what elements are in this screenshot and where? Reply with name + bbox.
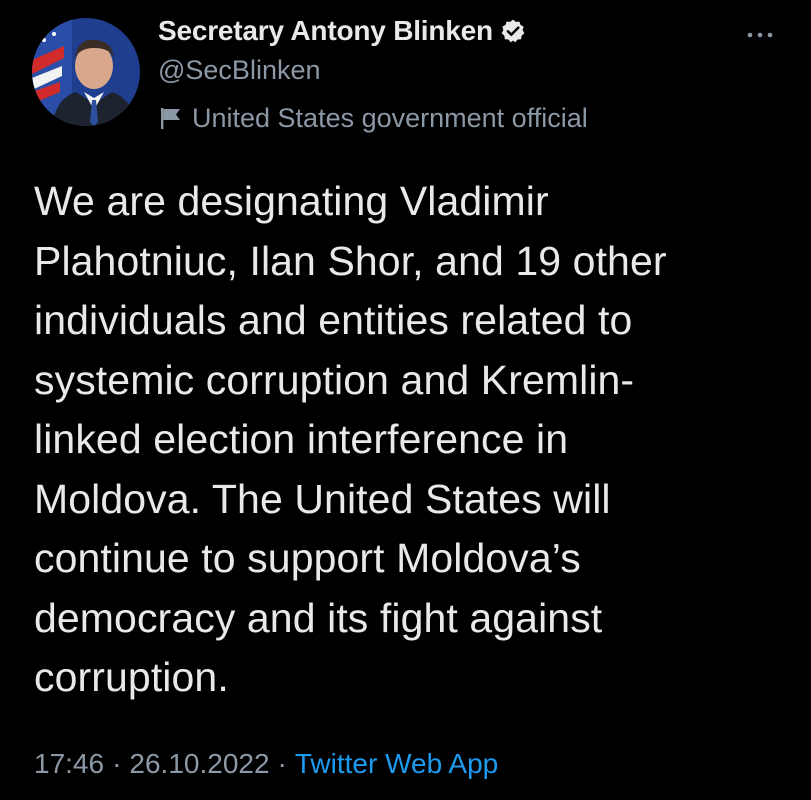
tweet-time[interactable]: 17:46 — [34, 748, 104, 779]
meta-separator: · — [277, 748, 287, 779]
ellipsis-icon — [747, 32, 773, 38]
avatar[interactable] — [32, 18, 140, 126]
avatar-image — [32, 18, 140, 126]
tweet-date[interactable]: 26.10.2022 — [129, 748, 269, 779]
tweet-text: We are designating Vladimir Plahotniuc, … — [34, 178, 667, 700]
author-name-row: Secretary Antony Blinken — [158, 12, 588, 50]
tweet-header: Secretary Antony Blinken @SecBlinken Uni… — [158, 12, 588, 136]
tweet-metadata: 17:46 · 26.10.2022 · Twitter Web App — [34, 746, 498, 782]
tweet-card: Secretary Antony Blinken @SecBlinken Uni… — [0, 0, 811, 800]
more-options-button[interactable] — [745, 28, 775, 42]
flag-icon — [160, 106, 182, 130]
tweet-source-link[interactable]: Twitter Web App — [295, 748, 498, 779]
author-display-name[interactable]: Secretary Antony Blinken — [158, 15, 493, 47]
government-label-row: United States government official — [158, 100, 588, 136]
verified-badge-icon — [500, 18, 526, 44]
meta-separator: · — [112, 748, 122, 779]
author-handle[interactable]: @SecBlinken — [158, 52, 588, 88]
government-official-label: United States government official — [192, 102, 588, 133]
